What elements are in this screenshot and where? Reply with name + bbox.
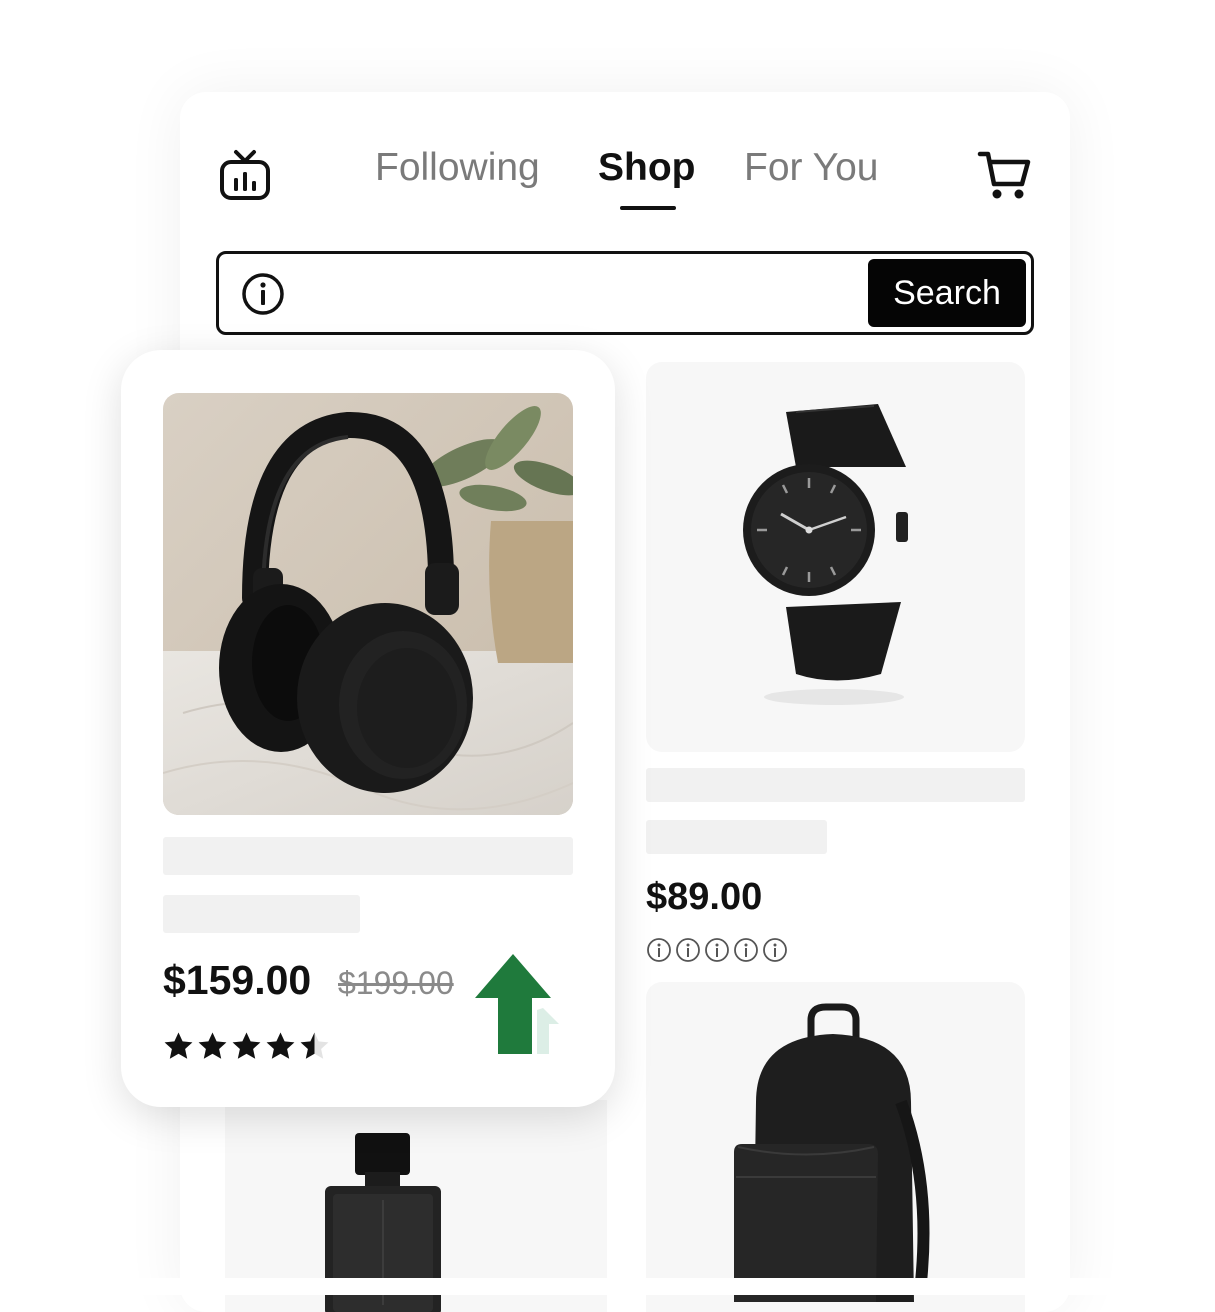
star-icon: [198, 1032, 227, 1059]
tab-for-you[interactable]: For You: [744, 142, 878, 194]
headphones-illustration: [163, 393, 573, 815]
star-icon: [300, 1032, 329, 1059]
star-icon: [164, 1032, 193, 1059]
star-icon: [232, 1032, 261, 1059]
product-image-backpack[interactable]: [646, 982, 1025, 1312]
search-input[interactable]: [299, 264, 863, 324]
search-button[interactable]: Search: [868, 259, 1026, 327]
tab-following[interactable]: Following: [375, 142, 540, 194]
original-price: $199.00: [338, 965, 454, 1001]
backpack-illustration: [734, 1003, 930, 1302]
product-title-placeholder: [646, 768, 1025, 802]
bottom-edge: [0, 1278, 1215, 1295]
product-price-watch: $89.00: [646, 876, 763, 918]
product-image-headphones[interactable]: [163, 393, 573, 815]
watch-illustration: [743, 404, 908, 705]
star-rating: [163, 1031, 330, 1062]
product-price: $159.00: [163, 957, 312, 1003]
product-title-placeholder: [163, 837, 573, 875]
info-icon: [734, 938, 758, 962]
info-icon: [705, 938, 729, 962]
featured-product-card[interactable]: $159.00 $199.00: [121, 350, 615, 1107]
info-icon: [763, 938, 787, 962]
tab-shop[interactable]: Shop: [598, 142, 695, 194]
shopping-cart-icon[interactable]: [976, 148, 1032, 204]
info-icon: [676, 938, 700, 962]
active-tab-indicator: [620, 206, 676, 210]
search-bar: Search: [216, 251, 1034, 335]
product-subtitle-placeholder: [646, 820, 827, 854]
product-subtitle-placeholder: [163, 895, 360, 933]
info-icon: [647, 938, 671, 962]
info-icon: [242, 273, 284, 315]
rating-placeholder-icons: [646, 937, 788, 963]
star-icon: [266, 1032, 295, 1059]
trending-up-arrow-icon: [475, 954, 559, 1054]
product-image-watch[interactable]: [646, 362, 1025, 752]
live-tv-icon[interactable]: [218, 148, 272, 202]
